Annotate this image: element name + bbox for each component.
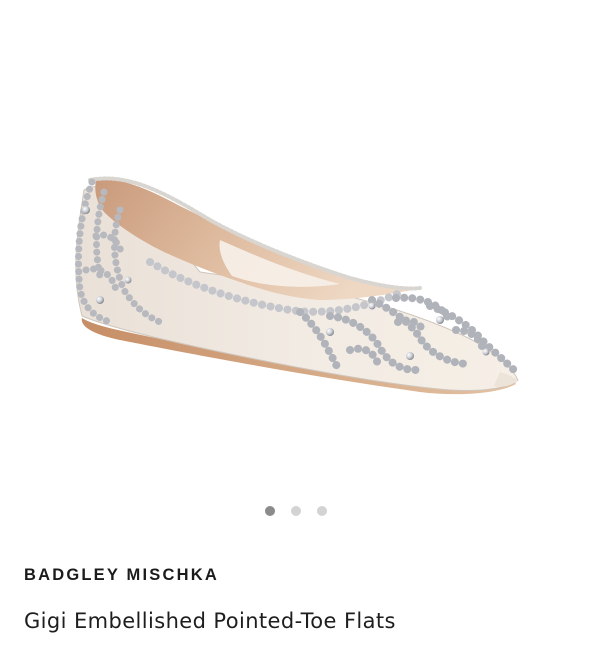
pager-dot-1[interactable]: [265, 506, 275, 516]
brand-name[interactable]: BADGLEY MISCHKA: [24, 566, 219, 585]
product-image[interactable]: [0, 0, 592, 490]
product-title: Gigi Embellished Pointed-Toe Flats: [24, 609, 396, 633]
pager-dot-3[interactable]: [317, 506, 327, 516]
product-page: BADGLEY MISCHKA Gigi Embellished Pointed…: [0, 0, 592, 650]
image-pager: [0, 505, 592, 517]
pager-dot-2[interactable]: [291, 506, 301, 516]
